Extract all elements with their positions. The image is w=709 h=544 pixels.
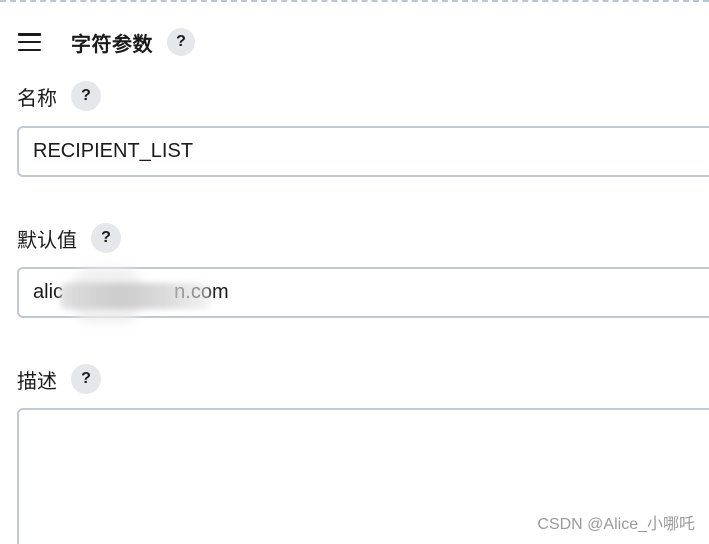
section-title: 字符参数 xyxy=(71,31,153,56)
description-label: 描述 xyxy=(17,368,57,393)
drag-handle-icon[interactable] xyxy=(18,33,42,51)
string-parameter-form: 字符参数 ? 名称 ? 默认值 ? 描述 ? CSDN @Alice_小哪吒 xyxy=(0,0,709,544)
name-label-row: 名称 ? xyxy=(17,81,101,111)
default-value-label-row: 默认值 ? xyxy=(17,223,121,253)
help-button-default-value[interactable]: ? xyxy=(91,223,121,253)
parameter-header: 字符参数 ? xyxy=(18,26,195,58)
name-label: 名称 xyxy=(17,85,57,110)
name-input[interactable] xyxy=(17,126,709,177)
description-label-row: 描述 ? xyxy=(17,364,101,394)
help-button-description[interactable]: ? xyxy=(71,364,101,394)
help-button-name[interactable]: ? xyxy=(71,81,101,111)
help-button-title[interactable]: ? xyxy=(167,28,195,56)
watermark: CSDN @Alice_小哪吒 xyxy=(537,516,695,533)
redaction-blur-strip xyxy=(60,283,210,309)
default-value-label: 默认值 xyxy=(17,227,77,252)
dashed-border-top xyxy=(0,0,709,2)
